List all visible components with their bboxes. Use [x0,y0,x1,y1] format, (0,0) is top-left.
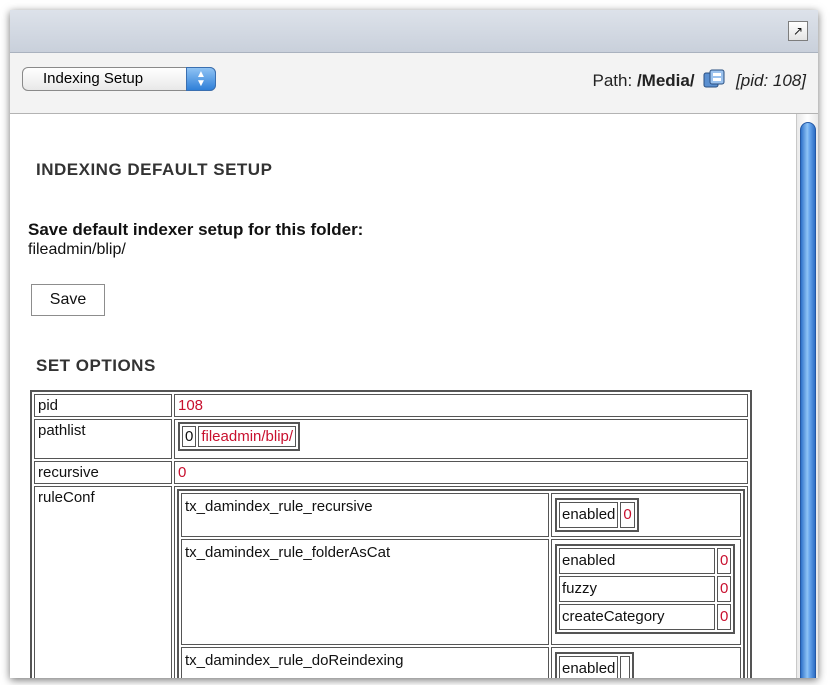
path-label: Path: [592,71,633,90]
rule-name: tx_damindex_rule_recursive [181,493,549,537]
rule-name: tx_damindex_rule_doReindexing [181,647,549,678]
field-key: enabled [559,548,715,574]
option-key: pathlist [34,419,172,459]
field-value: 0 [717,548,732,574]
rule-fields: enabled 0 fuzzy 0 createCategory 0 [555,544,736,634]
pathlist-table: 0 fileadmin/blip/ [178,422,301,451]
field-value: 0 [717,604,732,630]
pid-label: [pid: 108] [736,71,806,90]
function-select[interactable]: Indexing Setup ▲ ▼ [22,67,216,91]
option-value: tx_damindex_rule_recursive enabled 0 tx_… [174,486,748,678]
option-value: 0 [174,461,748,484]
option-key: pid [34,394,172,417]
field-key: createCategory [559,604,715,630]
table-row: recursive 0 [34,461,748,484]
options-table: pid 108 pathlist 0 fileadmin/blip/ recur… [30,390,752,678]
path-display: Path: /Media/ [pid: 108] [593,68,806,92]
field-key: fuzzy [559,576,715,602]
rule-settings: enabled 0 fuzzy 0 createCategory 0 [551,539,741,645]
toolbar: Indexing Setup ▲ ▼ Path: /Media/ [pid: 10… [10,53,818,114]
field-value [620,656,631,678]
section-heading-options: SET OPTIONS [36,356,156,375]
field-key: enabled [559,502,619,528]
save-heading: Save default indexer setup for this fold… [28,220,364,239]
dam-window: ↗ Indexing Setup ▲ ▼ Path: /Media/ [pid: … [10,10,818,678]
option-key: recursive [34,461,172,484]
main-content: INDEXING DEFAULT SETUP Save default inde… [10,114,796,678]
table-row: pathlist 0 fileadmin/blip/ [34,419,748,459]
section-heading-default: INDEXING DEFAULT SETUP [36,160,273,179]
option-value: 108 [174,394,748,417]
rule-settings: enabled [551,647,741,678]
table-row: ruleConf tx_damindex_rule_recursive enab… [34,486,748,678]
option-key: ruleConf [34,486,172,678]
rule-settings: enabled 0 [551,493,741,537]
option-value: 0 fileadmin/blip/ [174,419,748,459]
scrollbar-thumb[interactable] [800,122,816,678]
path-value[interactable]: /Media/ [637,71,695,90]
folder-page-icon[interactable] [703,68,727,90]
rule-fields: enabled 0 [555,498,639,532]
field-value: 0 [717,576,732,602]
function-select-value: Indexing Setup [43,70,144,87]
rule-row: tx_damindex_rule_recursive enabled 0 [181,493,741,537]
rules-table: tx_damindex_rule_recursive enabled 0 tx_… [177,489,745,678]
rule-row: tx_damindex_rule_doReindexing enabled [181,647,741,678]
field-key: enabled [559,656,619,678]
rule-row: tx_damindex_rule_folderAsCat enabled 0 f… [181,539,741,645]
vertical-scrollbar[interactable] [796,114,818,678]
table-row: pid 108 [34,394,748,417]
field-value: 0 [620,502,635,528]
title-bar: ↗ [10,10,818,53]
save-button[interactable]: Save [31,284,105,316]
select-arrows-icon: ▲ ▼ [186,67,216,91]
rule-name: tx_damindex_rule_folderAsCat [181,539,549,645]
rule-fields: enabled [555,652,635,678]
popout-icon[interactable]: ↗ [788,21,808,41]
pathlist-index: 0 [182,426,197,447]
folder-path: fileadmin/blip/ [28,241,126,258]
pathlist-value: fileadmin/blip/ [198,426,297,447]
